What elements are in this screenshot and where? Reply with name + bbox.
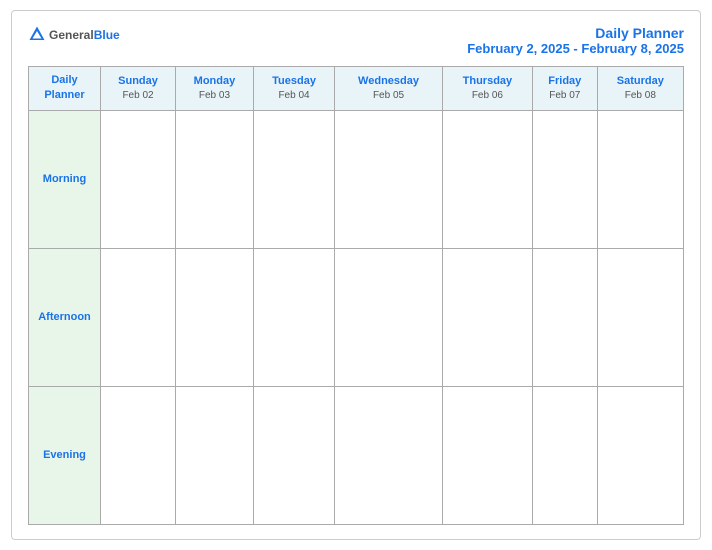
afternoon-fri[interactable] bbox=[532, 248, 597, 386]
planner-title: Daily Planner bbox=[467, 25, 684, 41]
row-evening: Evening bbox=[29, 386, 684, 524]
col-header-fri: Friday Feb 07 bbox=[532, 67, 597, 111]
afternoon-wed[interactable] bbox=[335, 248, 443, 386]
evening-sat[interactable] bbox=[597, 386, 683, 524]
morning-thu[interactable] bbox=[442, 110, 532, 248]
afternoon-sat[interactable] bbox=[597, 248, 683, 386]
title-area: Daily Planner February 2, 2025 - Februar… bbox=[467, 25, 684, 56]
logo-general: GeneralBlue bbox=[49, 27, 120, 42]
morning-wed[interactable] bbox=[335, 110, 443, 248]
col-header-tue: Tuesday Feb 04 bbox=[253, 67, 334, 111]
afternoon-thu[interactable] bbox=[442, 248, 532, 386]
page: GeneralBlue Daily Planner February 2, 20… bbox=[11, 10, 701, 540]
morning-label: Morning bbox=[29, 110, 101, 248]
morning-tue[interactable] bbox=[253, 110, 334, 248]
morning-mon[interactable] bbox=[176, 110, 254, 248]
logo-area: GeneralBlue bbox=[28, 25, 120, 43]
calendar-table: Daily Planner Sunday Feb 02 Monday Feb 0… bbox=[28, 66, 684, 525]
planner-date-range: February 2, 2025 - February 8, 2025 bbox=[467, 41, 684, 56]
col-header-sat: Saturday Feb 08 bbox=[597, 67, 683, 111]
col-header-wed: Wednesday Feb 05 bbox=[335, 67, 443, 111]
col-header-mon: Monday Feb 03 bbox=[176, 67, 254, 111]
header: GeneralBlue Daily Planner February 2, 20… bbox=[28, 25, 684, 56]
evening-wed[interactable] bbox=[335, 386, 443, 524]
evening-label: Evening bbox=[29, 386, 101, 524]
row-afternoon: Afternoon bbox=[29, 248, 684, 386]
evening-fri[interactable] bbox=[532, 386, 597, 524]
afternoon-mon[interactable] bbox=[176, 248, 254, 386]
evening-sun[interactable] bbox=[101, 386, 176, 524]
generalblue-icon bbox=[28, 25, 46, 43]
morning-sat[interactable] bbox=[597, 110, 683, 248]
morning-sun[interactable] bbox=[101, 110, 176, 248]
evening-thu[interactable] bbox=[442, 386, 532, 524]
afternoon-label: Afternoon bbox=[29, 248, 101, 386]
evening-tue[interactable] bbox=[253, 386, 334, 524]
afternoon-sun[interactable] bbox=[101, 248, 176, 386]
row-morning: Morning bbox=[29, 110, 684, 248]
col-header-planner: Daily Planner bbox=[29, 67, 101, 111]
col-header-thu: Thursday Feb 06 bbox=[442, 67, 532, 111]
afternoon-tue[interactable] bbox=[253, 248, 334, 386]
header-row: Daily Planner Sunday Feb 02 Monday Feb 0… bbox=[29, 67, 684, 111]
col-header-sun: Sunday Feb 02 bbox=[101, 67, 176, 111]
evening-mon[interactable] bbox=[176, 386, 254, 524]
logo: GeneralBlue bbox=[28, 25, 120, 43]
morning-fri[interactable] bbox=[532, 110, 597, 248]
